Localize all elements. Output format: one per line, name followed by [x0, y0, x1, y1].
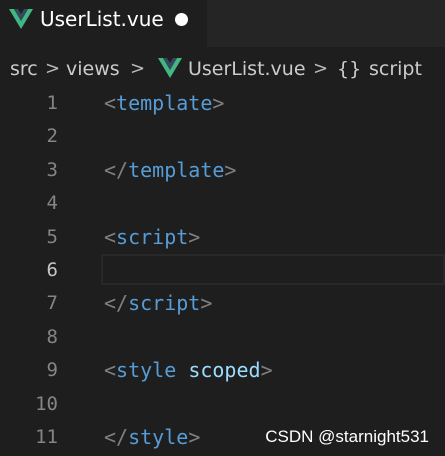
code-token: < [104, 91, 117, 115]
symbol-namespace-icon: {} [337, 58, 362, 80]
tab-title: UserList.vue [40, 7, 164, 31]
line-number: 7 [46, 292, 58, 315]
code-token: > [212, 91, 225, 115]
code-text: </template> [104, 158, 236, 182]
code-token: > [260, 358, 273, 383]
code-token: template [116, 91, 213, 115]
code-token: script [128, 291, 201, 316]
breadcrumb: src > views > UserList.vue > {} script [0, 47, 445, 87]
chevron-right-icon: > [313, 58, 329, 79]
line-number: 10 [35, 392, 58, 415]
code-text: <template> [104, 91, 224, 115]
tab-bar: UserList.vue [0, 0, 445, 47]
code-token: style [128, 425, 189, 449]
code-token: scoped [188, 358, 261, 383]
code-token: </ [104, 425, 129, 449]
vue-logo-icon [9, 9, 33, 29]
code-line[interactable]: 7 </script> [0, 287, 445, 320]
breadcrumb-item-userlist[interactable]: UserList.vue [188, 58, 306, 80]
breadcrumb-item-src[interactable]: src [10, 58, 38, 80]
chevron-right-icon: > [130, 58, 146, 79]
tab-userlist-vue[interactable]: UserList.vue [0, 0, 207, 47]
code-token: < [104, 224, 117, 249]
code-token: > [188, 425, 201, 449]
watermark: CSDN @starnight531 [265, 427, 429, 446]
line-number: 11 [35, 426, 58, 448]
line-number: 2 [46, 125, 58, 148]
line-number: 3 [46, 158, 58, 181]
code-line[interactable]: 1 <template> [0, 87, 445, 120]
breadcrumb-item-views[interactable]: views [66, 58, 120, 80]
code-text: <script> [104, 225, 200, 249]
code-token: template [128, 157, 225, 182]
line-number: 9 [46, 359, 58, 382]
code-line[interactable]: 6 [0, 254, 445, 287]
code-text: </script> [104, 291, 212, 315]
code-token: > [188, 224, 201, 249]
line-number: 4 [46, 192, 58, 215]
code-token: script [116, 224, 189, 249]
vue-logo-icon [158, 58, 182, 78]
code-token: < [104, 358, 117, 383]
code-line[interactable]: 9 <style scoped> [0, 354, 445, 387]
code-editor[interactable]: 1 <template> 2 3 </template> 4 5 <script> 6 7 </sc… [0, 87, 445, 456]
chevron-right-icon: > [45, 58, 61, 79]
code-token: </ [104, 291, 129, 316]
code-line[interactable]: 10 [0, 388, 445, 421]
code-token: > [200, 291, 213, 316]
code-token: > [224, 157, 237, 182]
code-text: </style> [104, 425, 200, 449]
line-number: 6 [46, 259, 58, 281]
code-line[interactable]: 2 [0, 120, 445, 153]
code-line[interactable]: 5 <script> [0, 221, 445, 254]
code-line[interactable]: 4 [0, 187, 445, 220]
unsaved-dot-icon[interactable] [175, 13, 188, 26]
breadcrumb-item-script[interactable]: script [369, 58, 422, 80]
current-line-highlight [101, 254, 445, 285]
line-number: 1 [46, 92, 58, 114]
code-line[interactable]: 3 </template> [0, 154, 445, 187]
code-text: <style scoped> [104, 358, 273, 382]
code-token: style [116, 358, 177, 383]
line-number: 8 [46, 325, 58, 348]
line-number: 5 [46, 225, 58, 248]
code-token: </ [104, 157, 129, 182]
code-line[interactable]: 8 [0, 321, 445, 354]
